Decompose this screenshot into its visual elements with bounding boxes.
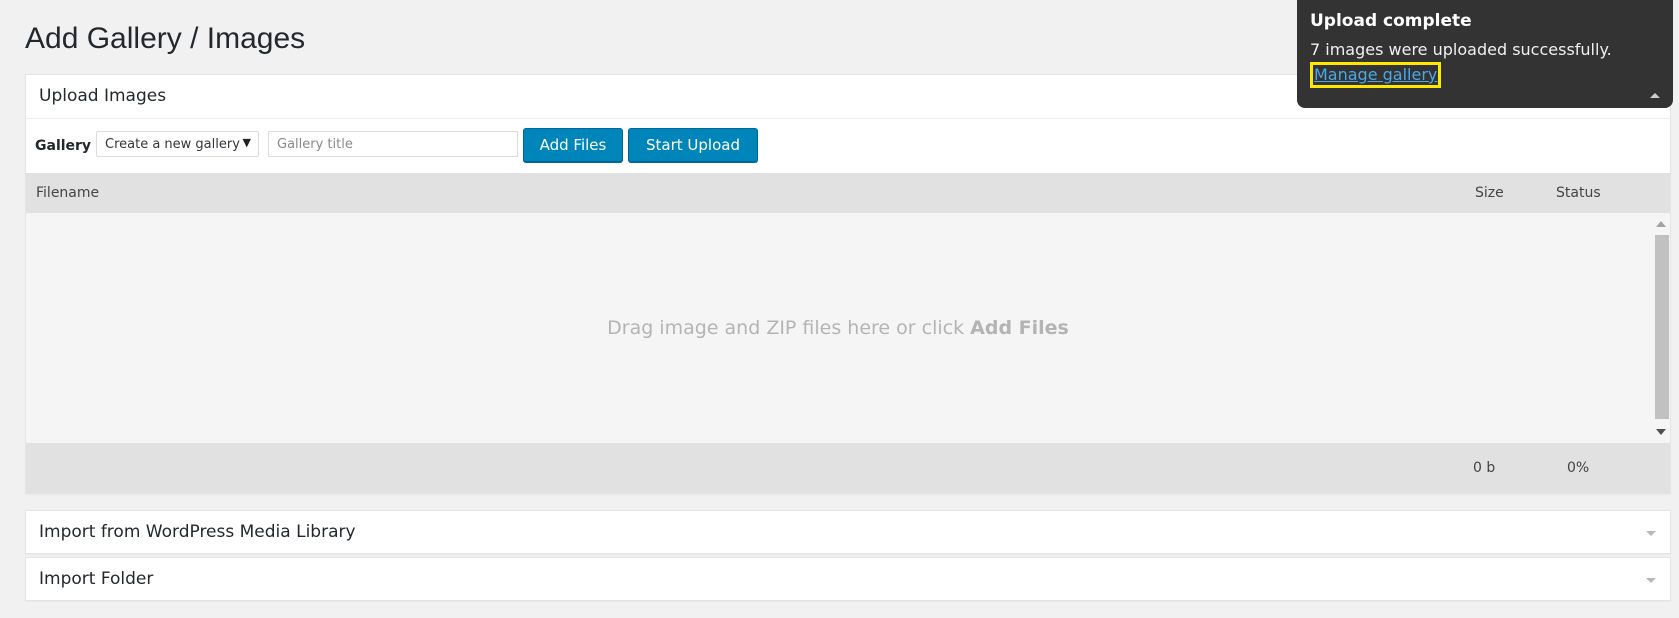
import-folder-panel[interactable]: Import Folder bbox=[25, 557, 1671, 601]
import-media-library-header[interactable]: Import from WordPress Media Library bbox=[26, 511, 1670, 554]
upload-complete-notification: Upload complete 7 images were uploaded s… bbox=[1297, 0, 1673, 108]
import-media-library-panel[interactable]: Import from WordPress Media Library bbox=[25, 510, 1671, 554]
collapse-notification-icon[interactable] bbox=[1650, 93, 1660, 98]
upload-toolbar: Gallery Create a new gallery ▼ Add Files… bbox=[26, 118, 1670, 174]
drop-zone-instruction: Drag image and ZIP files here or click bbox=[607, 317, 965, 339]
total-progress: 0% bbox=[1567, 460, 1590, 476]
import-folder-header[interactable]: Import Folder bbox=[26, 558, 1670, 601]
gallery-select[interactable]: Create a new gallery ▼ bbox=[96, 131, 259, 157]
scroll-down-arrow-icon[interactable] bbox=[1656, 429, 1666, 435]
notification-title: Upload complete bbox=[1310, 11, 1472, 31]
scrollbar-thumb[interactable] bbox=[1655, 235, 1669, 419]
file-drop-zone[interactable]: Drag image and ZIP files here or click A… bbox=[26, 213, 1670, 444]
gallery-label: Gallery bbox=[35, 138, 92, 154]
column-status: Status bbox=[1556, 185, 1601, 201]
file-list-scrollbar[interactable] bbox=[1652, 213, 1670, 443]
gallery-title-input[interactable] bbox=[268, 131, 518, 157]
notification-message: 7 images were uploaded successfully. bbox=[1310, 40, 1612, 59]
total-size: 0 b bbox=[1473, 460, 1496, 476]
file-table-header: Filename Size Status bbox=[26, 173, 1670, 213]
start-upload-button[interactable]: Start Upload bbox=[628, 128, 758, 162]
page-title: Add Gallery / Images bbox=[25, 22, 306, 55]
drop-zone-text: Drag image and ZIP files here or click A… bbox=[26, 317, 1650, 339]
column-size: Size bbox=[1475, 185, 1504, 201]
manage-gallery-highlight: Manage gallery bbox=[1310, 62, 1442, 88]
dropdown-arrow-icon: ▼ bbox=[242, 136, 251, 149]
scroll-up-arrow-icon[interactable] bbox=[1656, 221, 1666, 227]
add-files-button[interactable]: Add Files bbox=[523, 128, 623, 162]
upload-images-panel: Upload Images Gallery Create a new galle… bbox=[25, 74, 1671, 494]
drop-zone-add-files: Add Files bbox=[970, 317, 1069, 339]
gallery-select-value: Create a new gallery bbox=[105, 137, 240, 152]
file-table-footer: 0 b 0% bbox=[26, 443, 1670, 493]
manage-gallery-link[interactable]: Manage gallery bbox=[1314, 65, 1437, 84]
expand-arrow-icon[interactable] bbox=[1646, 578, 1656, 583]
column-filename: Filename bbox=[36, 185, 100, 201]
expand-arrow-icon[interactable] bbox=[1646, 531, 1656, 536]
